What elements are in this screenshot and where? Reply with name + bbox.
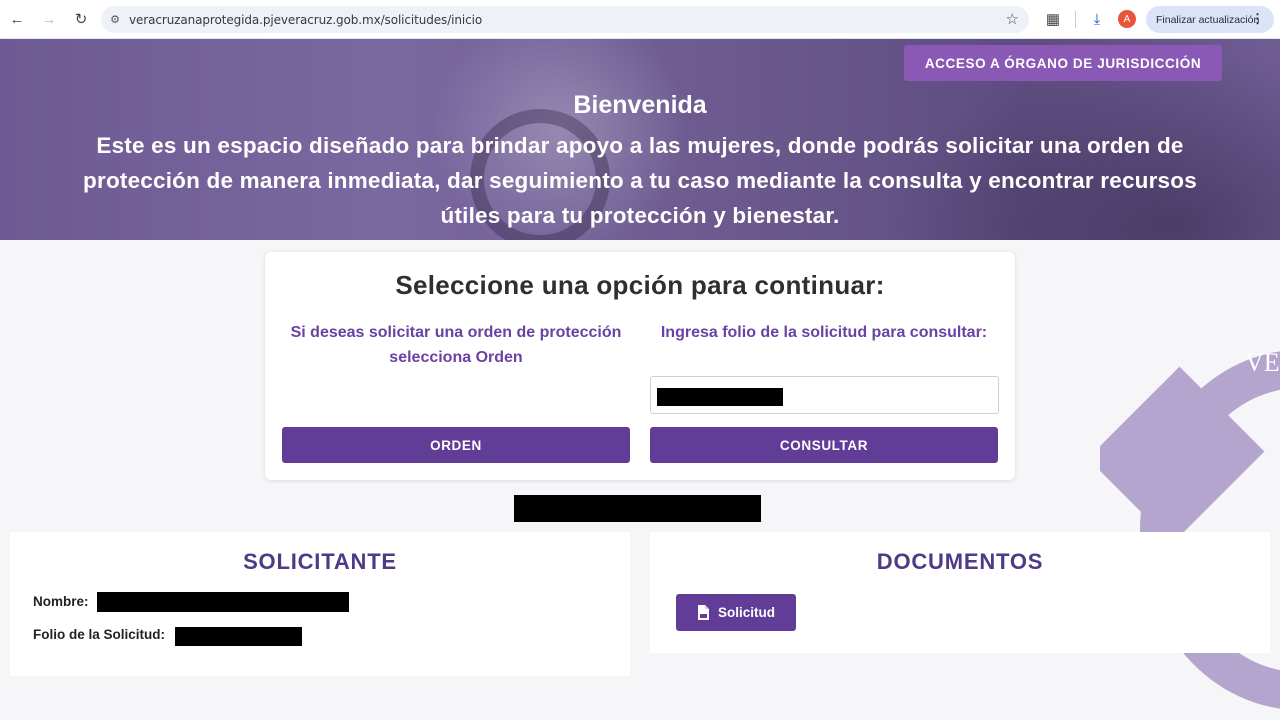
options-title: Seleccione una opción para continuar: [395,270,885,300]
site-info-icon[interactable]: ⚙ [101,13,129,26]
documentos-panel: DOCUMENTOS Solicitud [650,532,1270,653]
update-button[interactable]: Finalizar actualización ⋮ [1146,6,1274,33]
options-card: Seleccione una opción para continuar: Si… [265,252,1015,480]
emblem-text: VE [1245,348,1280,377]
url-text: veracruzanaprotegida.pjeveracruz.gob.mx/… [129,12,483,27]
address-bar[interactable]: ⚙ veracruzanaprotegida.pjeveracruz.gob.m… [101,6,1029,33]
hero-title: Bienvenida [573,91,707,119]
redacted-block [97,592,349,612]
browser-toolbar: ← → ↻ ⚙ veracruzanaprotegida.pjeveracruz… [0,0,1280,39]
consultar-button[interactable]: CONSULTAR [650,427,998,463]
nombre-label: Nombre: [33,594,89,609]
solicitante-panel: SOLICITANTE Nombre: Folio de la Solicitu… [10,532,630,676]
redacted-block [657,388,783,406]
kebab-menu-icon[interactable]: ⋮ [1251,11,1264,27]
solicitud-document-button[interactable]: Solicitud [676,594,796,631]
update-button-label: Finalizar actualización [1156,13,1260,26]
folio-instruction: Ingresa folio de la solicitud para consu… [660,324,988,341]
documentos-title: DOCUMENTOS [876,549,1044,574]
solicitud-label: Solicitud [718,605,775,620]
download-icon[interactable]: ⤓ [1087,9,1107,29]
hero-banner: ACCESO A ÓRGANO DE JURISDICCIÓN Bienveni… [0,39,1280,240]
background-emblem: VE [1100,310,1280,720]
toolbar-divider [1075,11,1076,28]
access-jurisdiction-button[interactable]: ACCESO A ÓRGANO DE JURISDICCIÓN [904,45,1222,81]
folio-label: Folio de la Solicitud: [33,627,166,642]
forward-icon[interactable]: → [34,4,64,34]
back-icon[interactable]: ← [2,4,32,34]
profile-avatar[interactable]: A [1118,10,1136,28]
pdf-file-icon [697,605,710,620]
redacted-block [175,627,302,646]
order-instruction: Si deseas solicitar una orden de protecc… [290,324,622,366]
solicitante-title: SOLICITANTE [243,549,397,574]
extensions-icon[interactable]: ▦ [1043,9,1063,29]
redacted-block [514,495,761,522]
orden-button[interactable]: ORDEN [282,427,630,463]
hero-description: Este es un espacio diseñado para brindar… [83,133,1197,228]
reload-icon[interactable]: ↻ [66,4,96,34]
bookmark-star-icon[interactable]: ☆ [1006,10,1019,28]
